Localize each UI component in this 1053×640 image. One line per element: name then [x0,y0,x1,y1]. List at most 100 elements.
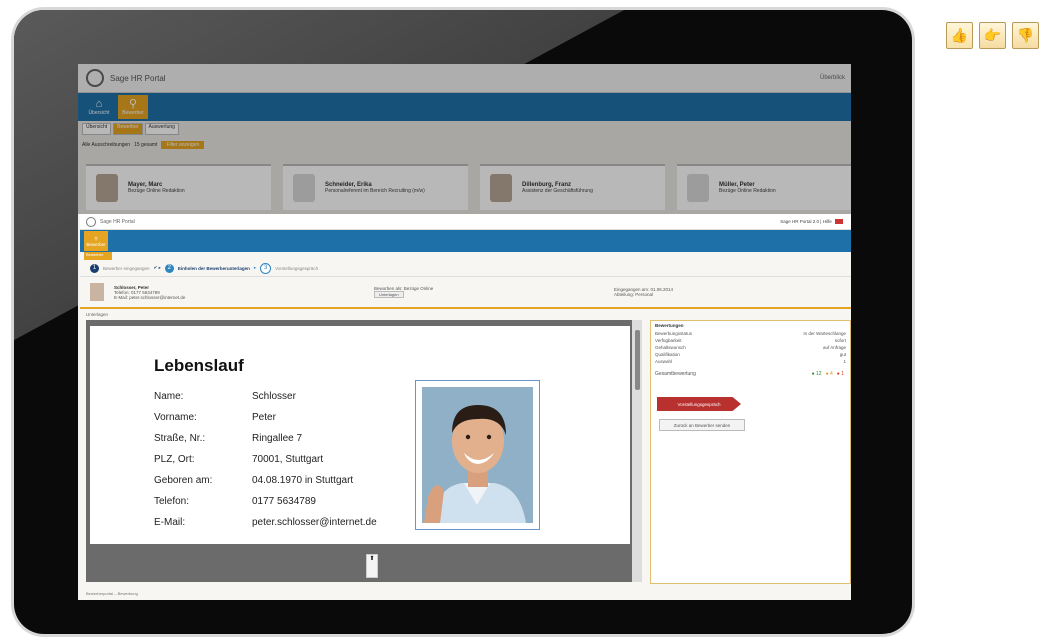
cv-row: Telefon: 0177 5634789 [154,491,377,512]
rating-label: Gesamtbewertung [655,371,696,377]
applicant-card[interactable]: Dillenburg, Franz Assistenz der Geschäfts… [480,164,665,210]
cv-key: Telefon: [154,496,190,507]
cv-value: 70001, Stuttgart [252,454,324,465]
sage-logo-icon [86,216,96,227]
card-role: Assistenz der Geschäftsführung [522,188,593,194]
rating-orange[interactable]: ● 4 [826,371,833,377]
nav-applicants-label: Bewerber [86,241,106,247]
flag-icon[interactable] [835,219,843,225]
scrollbar-thumb[interactable] [635,330,640,390]
evaluation-panel: Bewertungen Bewerbungsstatus In der Warte… [650,320,851,584]
tab-applicants[interactable]: Bewerber [113,123,143,135]
card-role: Bezüge Online Redaktion [128,188,185,194]
applicant-card[interactable]: Schneider, Erika Personalreferent im Bere… [283,164,468,210]
document-scrollbar[interactable] [632,320,642,582]
cv-value: 04.08.1970 in Stuttgart [252,475,354,486]
cv-key: Geboren am: [154,475,213,486]
avatar [293,174,315,202]
pointing-hand-icon[interactable]: 👉 [979,22,1006,49]
cv-row: Vorname: Peter [154,407,377,428]
evaluation-row: Bewerbungsstatus In der Warteschlange [651,330,850,337]
check-icon: ✔ ▸ [153,265,161,270]
cv-value: Schlosser [252,391,296,402]
evaluation-value: gut [839,352,846,357]
avatar [687,174,709,202]
applicant-header: Schlosser, Peter Telefon: 0177 5634789 E… [80,277,851,309]
evaluation-value: 1 [843,359,846,364]
applicant-cards: Mayer, Marc Bezüge Online Redaktion Schne… [86,164,851,210]
foreground-top-right: Sage HR Portal 2.0 | Hilfe [780,219,845,225]
filter-select[interactable]: Alle Ausschreibungen [82,142,130,148]
cv-title: Lebenslauf [154,356,244,375]
evaluation-row: Verfügbarkeit sofort [651,337,850,344]
documents-button[interactable]: Unterlagen [374,291,404,298]
cv-row: Geboren am: 04.08.1970 in Stuttgart [154,470,377,491]
step-1-icon[interactable]: 1 [90,263,99,273]
cv-value: peter.schlosser@internet.de [252,517,377,528]
applicant-card[interactable]: Müller, Peter Bezüge Online Redaktion [677,164,851,210]
avatar [90,283,104,301]
cv-key: E-Mail: [154,517,186,528]
tab-evaluation[interactable]: Auswertung [144,123,179,135]
evaluation-value: In der Warteschlange [803,331,846,336]
nav-home-button[interactable]: ⌂ Übersicht [84,95,114,119]
cv-key: PLZ, Ort: [154,454,195,465]
cv-document-page: Lebenslauf Name: Schlosser Vorname: Peter … [90,326,630,544]
search-icon: ⚲ [128,97,138,110]
rating-summary: Gesamtbewertung ● 12 ● 4 ● 1 [651,365,850,377]
arrow-icon: ▸ [253,265,257,270]
status-bar: Bewerberportal – Bewerbung [86,591,138,596]
nav-applicants-button[interactable]: ⚲ Bewerber [118,95,148,119]
tablet-frame: Sage HR Portal Überblick ⌂ Übersicht ⚲ B… [14,10,912,634]
rating-red[interactable]: ● 1 [837,371,844,377]
step-3-icon[interactable]: 3 [260,262,272,274]
card-role: Personalreferent im Bereich Recruiting (… [325,188,425,194]
evaluation-key: Verfügbarkeit [655,338,682,343]
step-2-icon[interactable]: 2 [164,263,174,273]
evaluation-key: Qualifikation [655,352,680,357]
background-nav: ⌂ Übersicht ⚲ Bewerber [78,93,851,121]
applicant-card[interactable]: Mayer, Marc Bezüge Online Redaktion [86,164,271,210]
filter-button[interactable]: Filter anzeigen [161,141,205,149]
rating-green[interactable]: ● 12 [812,371,822,377]
background-app-window: Sage HR Portal Überblick ⌂ Übersicht ⚲ B… [78,64,851,214]
background-top-right: Überblick [819,75,845,81]
cv-fields: Name: Schlosser Vorname: Peter Straße, Nr.… [154,386,377,533]
nav-applicants-button[interactable]: ⚲ Bewerber [84,231,108,251]
tablet-screen: Sage HR Portal Überblick ⌂ Übersicht ⚲ B… [78,64,851,600]
interview-ribbon-button[interactable]: Vorstellungsgespräch [657,397,741,411]
foreground-nav: ⚲ Bewerber [80,230,851,252]
step-3-label: Vorstellungsgespräch [275,265,319,271]
cv-key: Straße, Nr.: [154,433,206,444]
sub-tab-applicants[interactable]: Bewerber [84,252,112,260]
background-window-title: Sage HR Portal [110,73,166,83]
background-tabs: Übersicht Bewerber Auswertung [78,121,851,137]
process-steps: 1 Bewerber eingegangen ✔ ▸ 2 Einholen de… [80,260,851,277]
applicant-photo-frame [415,380,540,530]
filter-count: 15 gesamt [134,142,158,148]
cv-row: E-Mail: peter.schlosser@internet.de [154,512,377,533]
evaluation-key: Gehaltswunsch [655,345,686,350]
cv-value: Ringallee 7 [252,433,303,444]
documents-label: Unterlagen [86,312,109,317]
tab-overview[interactable]: Übersicht [82,123,112,135]
cv-row: Name: Schlosser [154,386,377,407]
thumbs-down-icon[interactable]: 👎 [1012,22,1039,49]
document-viewer[interactable]: Lebenslauf Name: Schlosser Vorname: Peter … [86,320,642,582]
send-back-button[interactable]: Zurück an Bewerber senden [659,419,745,431]
evaluation-key: Auswahl [655,359,673,364]
cv-value: Peter [252,412,276,423]
cv-row: Straße, Nr.: Ringallee 7 [154,428,377,449]
thumbs-up-icon[interactable]: 👍 [946,22,973,49]
nav-home-label: Übersicht [88,109,110,116]
avatar [96,174,118,202]
rating-red-count: 1 [841,371,844,377]
applicant-department: Abteilung: Personal [614,292,654,297]
document-page-control[interactable]: ⬆ [366,554,378,578]
evaluation-key: Bewerbungsstatus [655,331,693,336]
cv-key: Name: [154,391,184,402]
evaluation-row: Gehaltswunsch auf Anfrage [651,344,850,351]
step-1-label: Bewerber eingegangen [103,265,150,271]
evaluation-heading: Bewertungen [655,323,684,328]
cv-key: Vorname: [154,412,197,423]
